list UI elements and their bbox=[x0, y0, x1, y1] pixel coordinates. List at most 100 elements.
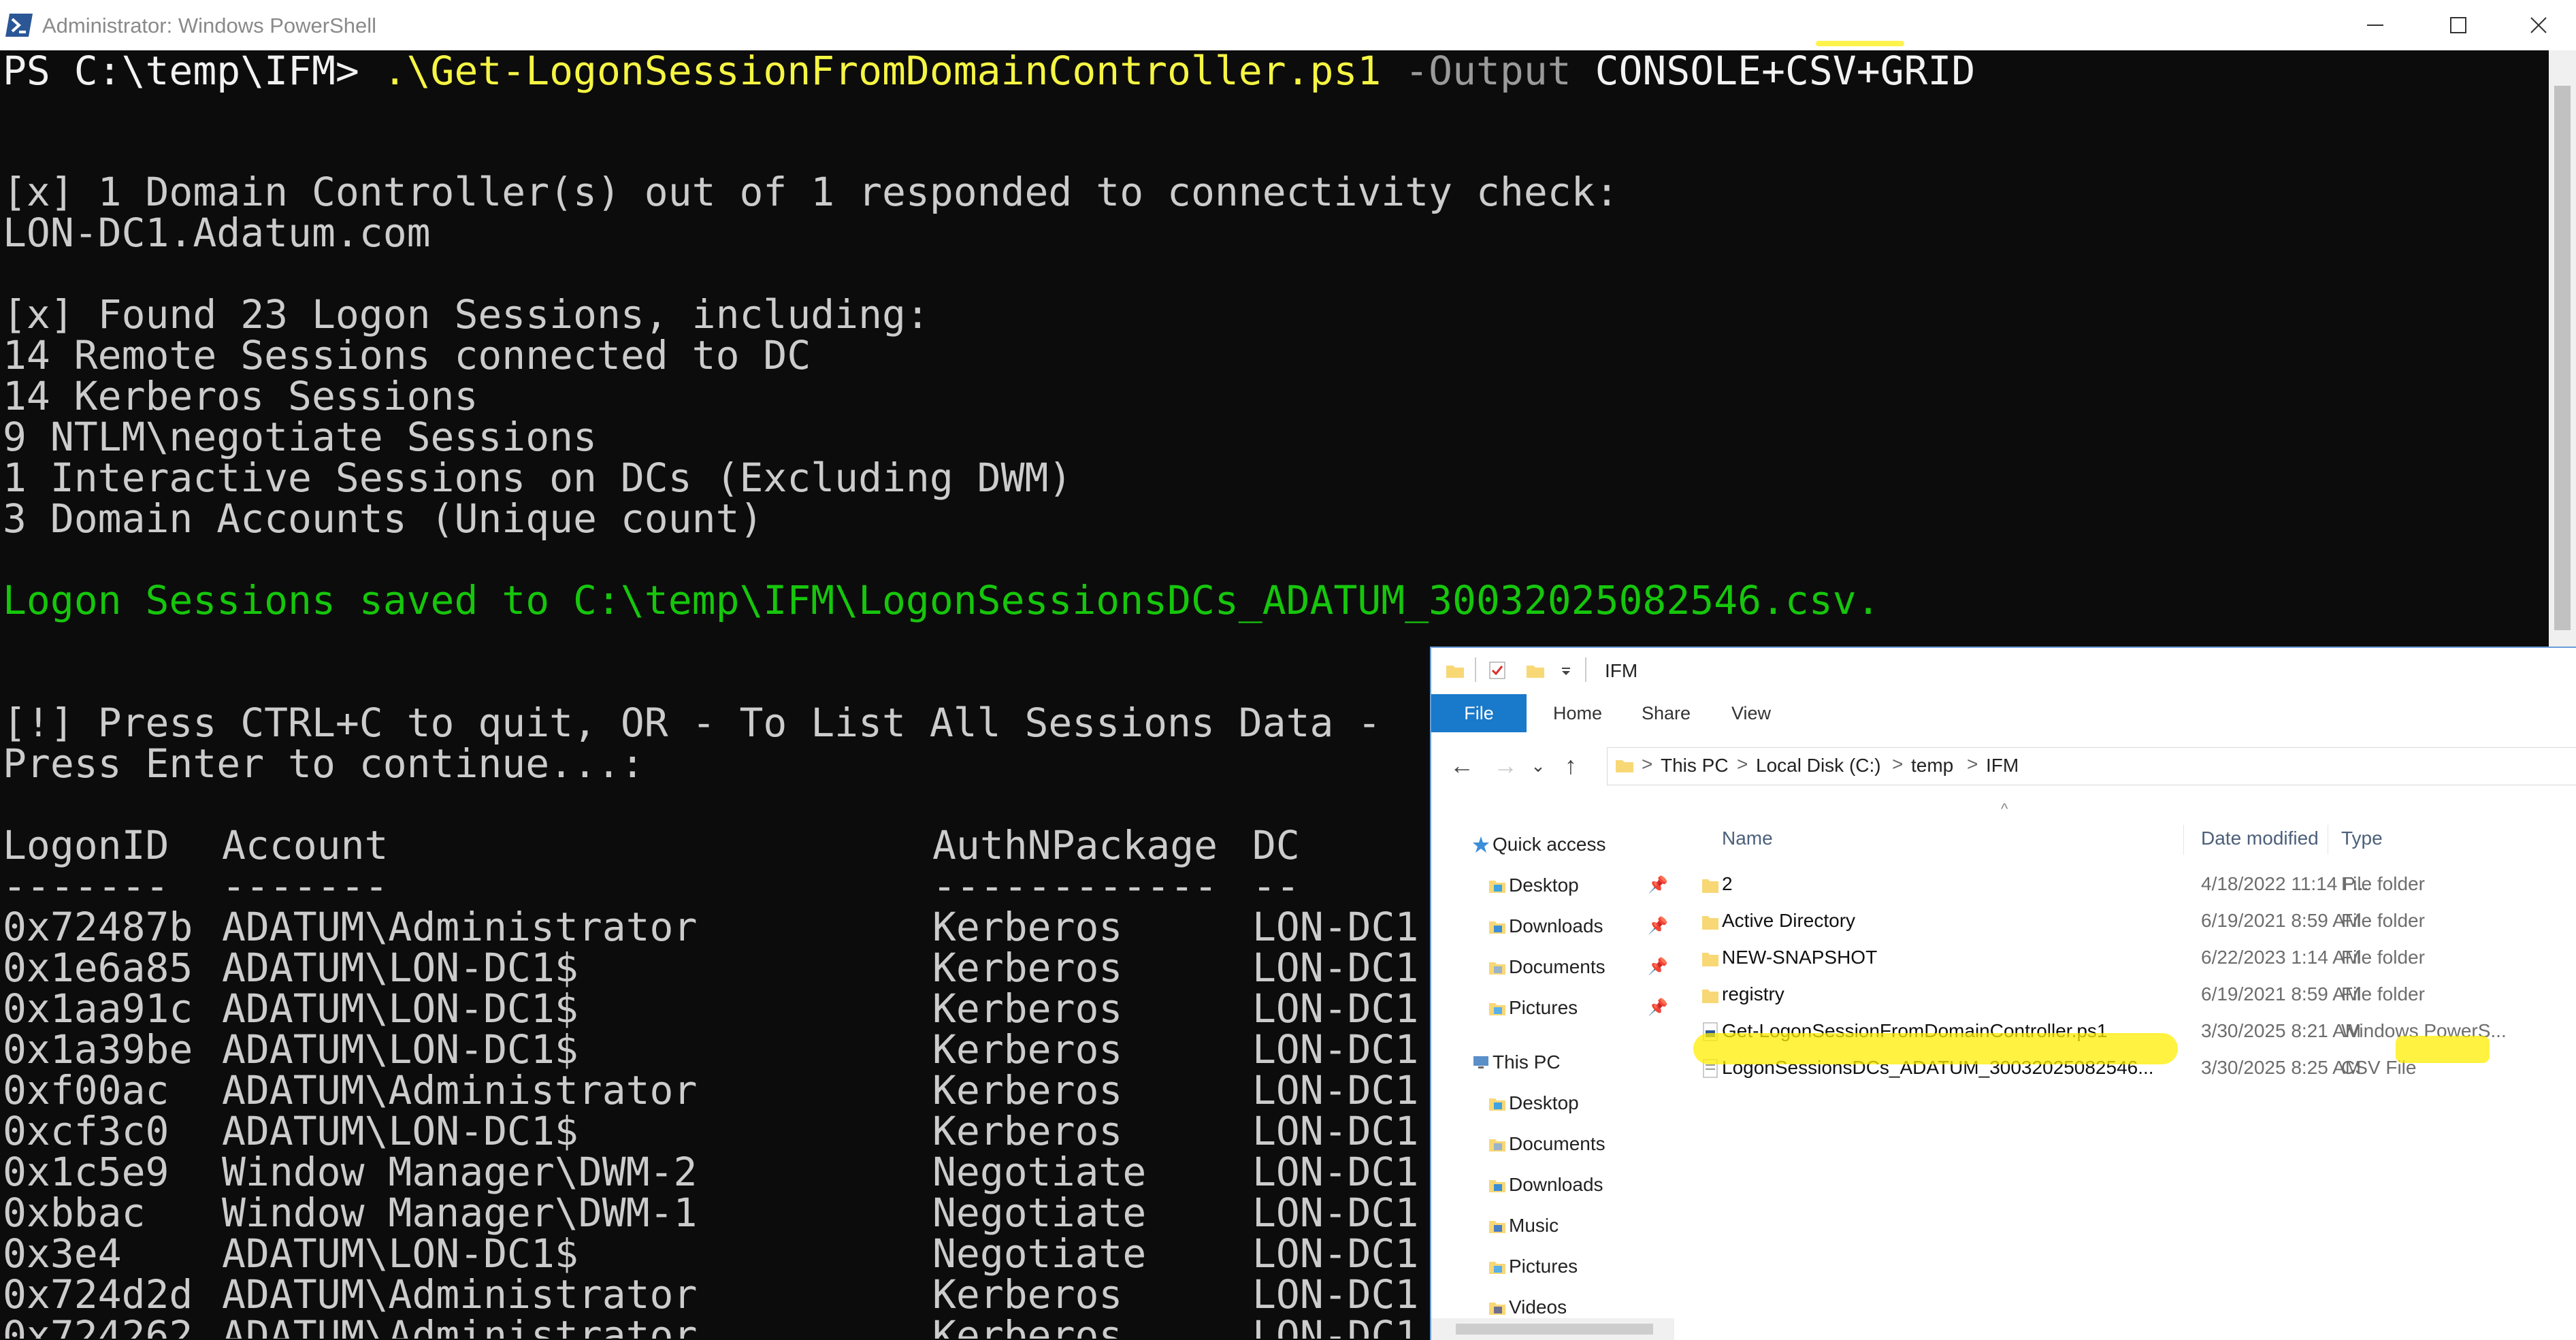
cell-dc: LON-DC1 bbox=[1252, 1271, 1419, 1318]
sidebar-item-label: Pictures bbox=[1509, 1256, 1578, 1277]
file-type: File folder bbox=[2341, 947, 2425, 968]
cell-dc: LON-DC1 bbox=[1252, 1108, 1419, 1154]
file-row[interactable]: registry 6/19/2021 8:59 AM File folder bbox=[1674, 976, 2576, 1013]
cell-logonid: 0x724d2d bbox=[3, 1271, 193, 1318]
recent-locations-button[interactable]: ⌄ bbox=[1521, 749, 1555, 783]
tab-home[interactable]: Home bbox=[1540, 694, 1615, 732]
file-name: registry bbox=[1722, 983, 1784, 1004]
output-line: 1 Interactive Sessions on DCs (Excluding… bbox=[3, 455, 1073, 501]
cell-account: ADATUM\LON-DC1$ bbox=[222, 945, 578, 991]
highlight-mark bbox=[2396, 1036, 2490, 1063]
breadcrumb-local-disk[interactable]: Local Disk (C:) bbox=[1756, 755, 1881, 777]
window-title: Administrator: Windows PowerShell bbox=[42, 14, 377, 37]
folder-desktop-icon bbox=[1489, 881, 1505, 893]
breadcrumb-separator: > bbox=[1967, 753, 1978, 774]
scrollbar-thumb[interactable] bbox=[1456, 1324, 1653, 1335]
tab-view[interactable]: View bbox=[1717, 694, 1785, 732]
cell-authnpackage: Kerberos bbox=[932, 904, 1123, 950]
cell-account: ADATUM\LON-DC1$ bbox=[222, 1026, 578, 1073]
cell-authnpackage: Kerberos bbox=[932, 945, 1123, 991]
pin-icon: 📌 bbox=[1648, 876, 1668, 894]
header-underline: ------- bbox=[3, 863, 169, 909]
forward-button[interactable]: → bbox=[1488, 749, 1522, 783]
pin-icon: 📌 bbox=[1648, 998, 1668, 1017]
powershell-titlebar: Administrator: Windows PowerShell bbox=[0, 0, 2576, 51]
tab-share[interactable]: Share bbox=[1629, 694, 1703, 732]
maximize-button[interactable] bbox=[2424, 4, 2492, 46]
file-row[interactable]: NEW-SNAPSHOT 6/22/2023 1:14 AM File folder bbox=[1674, 939, 2576, 976]
chevron-down-icon[interactable] bbox=[1559, 664, 1573, 678]
properties-icon[interactable] bbox=[1487, 660, 1507, 681]
sidebar-item-downloads[interactable]: Downloads bbox=[1488, 1168, 1663, 1202]
sidebar-item-desktop[interactable]: Desktop 📌 bbox=[1488, 868, 1668, 902]
column-name[interactable]: Name bbox=[1722, 828, 1773, 849]
file-type: File folder bbox=[2341, 910, 2425, 931]
sidebar-item-pictures[interactable]: Pictures bbox=[1488, 1249, 1663, 1284]
cell-logonid: 0x1a39be bbox=[3, 1026, 193, 1073]
header-underline: -- bbox=[1252, 863, 1300, 909]
sidebar-item-this-pc[interactable]: This PC bbox=[1472, 1045, 1663, 1079]
sidebar-item-label: Quick access bbox=[1493, 834, 1606, 855]
cell-authnpackage: Kerberos bbox=[932, 985, 1123, 1032]
cell-authnpackage: Kerberos bbox=[932, 1067, 1123, 1113]
breadcrumb-this-pc[interactable]: This PC bbox=[1661, 755, 1729, 777]
sidebar-item-desktop[interactable]: Desktop bbox=[1488, 1086, 1663, 1120]
file-date-modified: 6/19/2021 8:59 AM bbox=[2201, 983, 2362, 1004]
column-divider[interactable] bbox=[2183, 825, 2184, 855]
sidebar-item-quick-access[interactable]: Quick access bbox=[1472, 828, 1663, 862]
file-row[interactable]: Active Directory 6/19/2021 8:59 AM File fo… bbox=[1674, 902, 2576, 939]
maximize-icon bbox=[2450, 17, 2466, 33]
output-line: [x] Found 23 Logon Sessions, including: bbox=[3, 291, 930, 338]
header-underline: ------- bbox=[222, 863, 389, 909]
sidebar-item-label: Desktop bbox=[1509, 1092, 1579, 1113]
file-row[interactable]: 2 4/18/2022 11:14 P... File folder bbox=[1674, 866, 2576, 902]
address-bar[interactable]: > This PC > Local Disk (C:) > temp > IFM bbox=[1607, 747, 2576, 785]
cell-dc: LON-DC1 bbox=[1252, 1026, 1419, 1073]
file-name: 2 bbox=[1722, 873, 1733, 894]
divider bbox=[1585, 657, 1586, 682]
sidebar-item-pictures[interactable]: Pictures 📌 bbox=[1488, 991, 1668, 1025]
sidebar-item-documents[interactable]: Documents 📌 bbox=[1488, 950, 1668, 984]
sidebar-item-documents[interactable]: Documents bbox=[1488, 1127, 1663, 1161]
breadcrumb-separator: > bbox=[1642, 753, 1653, 774]
cell-logonid: 0xf00ac bbox=[3, 1067, 169, 1113]
cell-account: ADATUM\Administrator bbox=[222, 1312, 698, 1339]
console-scrollbar[interactable] bbox=[2549, 50, 2576, 648]
header-authnpackage: AuthNPackage bbox=[932, 822, 1218, 868]
cell-logonid: 0x3e4 bbox=[3, 1230, 122, 1277]
up-button[interactable]: ↑ bbox=[1554, 749, 1588, 783]
folder-downloads-icon bbox=[1489, 1180, 1505, 1192]
command-text: .\Get-LogonSessionFromDomainController.p… bbox=[382, 50, 1382, 94]
cell-dc: LON-DC1 bbox=[1252, 1067, 1419, 1113]
back-button[interactable]: ← bbox=[1445, 749, 1479, 783]
column-type[interactable]: Type bbox=[2341, 828, 2383, 849]
ribbon: File Home Share View bbox=[1431, 694, 2576, 733]
scrollbar-thumb[interactable] bbox=[2554, 86, 2571, 630]
new-folder-icon[interactable] bbox=[1525, 660, 1546, 681]
sidebar-item-label: Downloads bbox=[1509, 915, 1603, 936]
tab-file[interactable]: File bbox=[1431, 694, 1527, 732]
file-explorer-window: IFM File Home Share View ← → ⌄ ↑ > This … bbox=[1430, 647, 2576, 1340]
nav-horizontal-scrollbar[interactable] bbox=[1431, 1318, 1674, 1340]
folder-desktop-icon bbox=[1489, 1098, 1505, 1111]
breadcrumb-ifm[interactable]: IFM bbox=[1986, 755, 2019, 777]
file-date-modified: 6/19/2021 8:59 AM bbox=[2201, 910, 2362, 931]
pin-icon: 📌 bbox=[1648, 917, 1668, 935]
highlight-mark bbox=[1693, 1033, 2178, 1064]
sidebar-item-music[interactable]: Music bbox=[1488, 1209, 1663, 1243]
cell-account: ADATUM\Administrator bbox=[222, 1067, 698, 1113]
saved-message: Logon Sessions saved to C:\temp\IFM\Logo… bbox=[3, 577, 1880, 623]
folder-icon bbox=[1446, 666, 1464, 678]
breadcrumb-separator: > bbox=[1737, 753, 1748, 774]
sidebar-item-label: Downloads bbox=[1509, 1174, 1603, 1195]
cell-dc: LON-DC1 bbox=[1252, 1190, 1419, 1236]
breadcrumb-temp[interactable]: temp bbox=[1911, 755, 1953, 777]
minimize-button[interactable] bbox=[2341, 4, 2409, 46]
output-line: 14 Remote Sessions connected to DC bbox=[3, 332, 811, 378]
column-date-modified[interactable]: Date modified bbox=[2201, 828, 2319, 849]
folder-icon bbox=[1616, 760, 1633, 772]
folder-downloads-icon bbox=[1489, 921, 1505, 934]
close-button[interactable] bbox=[2505, 4, 2573, 46]
cell-account: Window Manager\DWM-1 bbox=[222, 1190, 698, 1236]
sidebar-item-downloads[interactable]: Downloads 📌 bbox=[1488, 909, 1668, 943]
